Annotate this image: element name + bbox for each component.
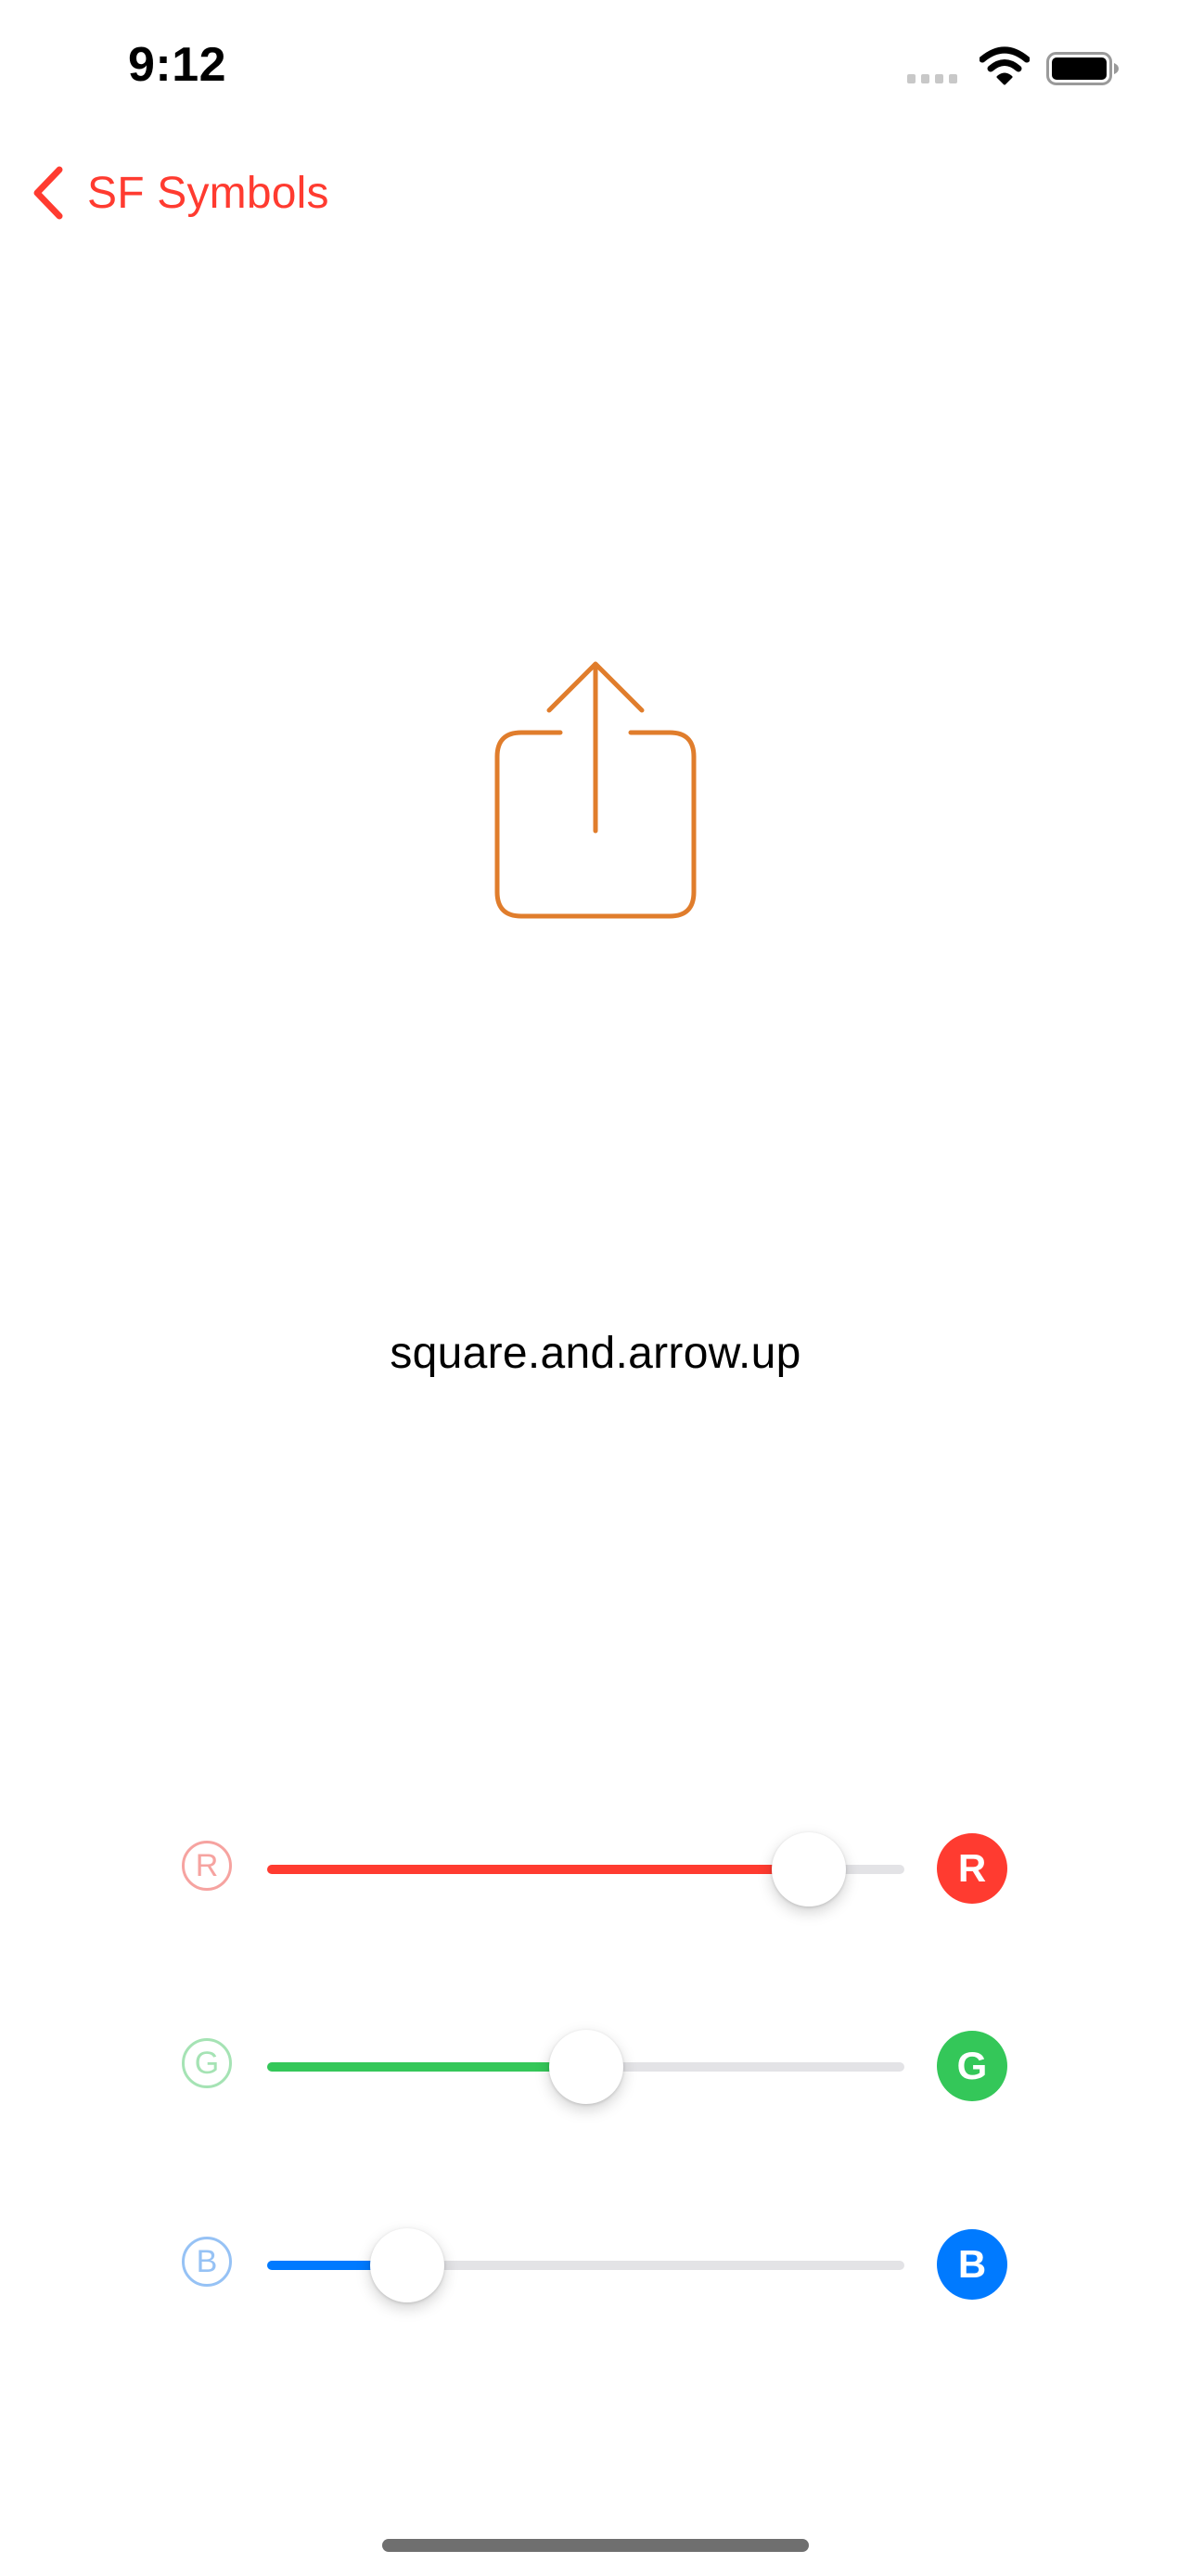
blue-slider-row: B B: [178, 2227, 1013, 2302]
blue-max-icon: B: [937, 2229, 1007, 2300]
wifi-icon: [980, 46, 1030, 85]
blue-min-letter: B: [196, 2243, 218, 2279]
red-slider[interactable]: [267, 1832, 904, 1906]
red-slider-thumb[interactable]: [771, 1832, 846, 1906]
square-and-arrow-up-icon: [494, 661, 697, 919]
red-max-letter: R: [957, 1846, 987, 1890]
red-slider-row: R R: [178, 1831, 1013, 1906]
back-button-label: SF Symbols: [87, 168, 329, 218]
blue-slider-thumb[interactable]: [370, 2228, 445, 2302]
red-min-letter: R: [195, 1847, 219, 1883]
status-bar: 9:12: [0, 0, 1191, 139]
symbol-preview: [482, 649, 709, 937]
cellular-signal-icon: [907, 74, 957, 83]
green-slider-row: G G: [178, 2029, 1013, 2104]
blue-max-letter: B: [957, 2242, 987, 2286]
green-slider-thumb[interactable]: [548, 2030, 623, 2104]
green-max-letter: G: [956, 2044, 988, 2087]
green-min-icon: G: [182, 2038, 232, 2088]
symbol-name-label: square.and.arrow.up: [390, 1329, 801, 1378]
green-slider[interactable]: [267, 2030, 904, 2104]
battery-icon: [1046, 52, 1119, 85]
blue-min-icon: B: [182, 2237, 232, 2287]
home-indicator[interactable]: [382, 2539, 809, 2552]
red-max-icon: R: [937, 1833, 1007, 1904]
green-max-icon: G: [937, 2031, 1007, 2101]
chevron-left-icon: [33, 166, 63, 220]
green-slider-fill: [267, 2062, 586, 2072]
back-button[interactable]: SF Symbols: [28, 156, 329, 230]
red-slider-fill: [267, 1865, 809, 1874]
status-time: 9:12: [128, 38, 227, 92]
green-min-letter: G: [194, 2045, 220, 2081]
blue-slider[interactable]: [267, 2228, 904, 2302]
red-min-icon: R: [182, 1841, 232, 1891]
